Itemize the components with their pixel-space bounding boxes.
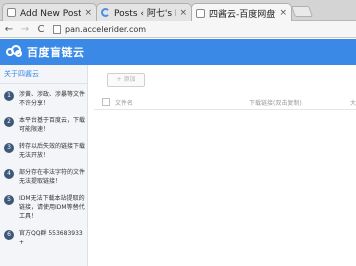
close-icon[interactable]: ×: [179, 8, 187, 18]
notice-text: 官方QQ群 553683933+: [19, 230, 83, 246]
tab-title: 四酱云-百度网盘高: [209, 9, 276, 20]
site-brand[interactable]: 百度盲链云: [27, 44, 85, 60]
file-table-header: 文件名 下载链接(双击复制) 大: [94, 94, 356, 110]
number-badge: 2: [4, 117, 14, 127]
notice-item: 6 官方QQ群 553683933+: [4, 229, 85, 247]
document-icon: [196, 8, 205, 18]
about-link[interactable]: 关于四酱云: [0, 65, 87, 84]
tab-title: Posts ‹ 阿七's BLO: [114, 9, 176, 19]
notice-text: IDM无法下载本站提取的链接，请使用IDM等替代工具！: [19, 195, 85, 220]
select-all-checkbox[interactable]: [102, 98, 110, 106]
tab-title: Add New Post ‹ 阿: [20, 9, 82, 19]
notice-list: 1 涉黄、涉政、涉暴等文件不许分享！ 2 本平台基于百度云，下载可能限速！ 3 …: [0, 84, 87, 247]
close-icon[interactable]: ×: [279, 8, 287, 18]
column-header-download-link[interactable]: 下载链接(双击复制): [249, 98, 302, 107]
loading-icon: [101, 8, 110, 17]
reload-button[interactable]: C: [34, 22, 48, 36]
main-content: + 添加 文件名 下载链接(双击复制) 大: [89, 65, 356, 266]
notice-item: 1 涉黄、涉政、涉暴等文件不许分享！: [4, 90, 85, 108]
notice-item: 3 转存以后失效的链接下载无法开放！: [4, 142, 85, 160]
number-badge: 1: [4, 91, 14, 101]
column-header-size[interactable]: 大: [350, 98, 356, 107]
close-icon[interactable]: ×: [84, 8, 92, 18]
new-tab-button[interactable]: [290, 6, 314, 17]
column-header-filename[interactable]: 文件名: [115, 98, 133, 107]
notice-item: 5 IDM无法下载本站提取的链接，请使用IDM等替代工具！: [4, 194, 85, 221]
number-badge: 3: [4, 143, 14, 153]
forward-button[interactable]: →: [18, 22, 32, 36]
notice-text: 转存以后失效的链接下载无法开放！: [19, 143, 86, 159]
browser-tab-strip: Add New Post ‹ 阿 × Posts ‹ 阿七's BLO × 四酱…: [0, 0, 356, 22]
browser-toolbar: ← → C pan.accelerider.com: [0, 21, 356, 38]
browser-tab-add-new-post[interactable]: Add New Post ‹ 阿 ×: [2, 3, 97, 21]
address-bar[interactable]: pan.accelerider.com: [53, 23, 146, 36]
add-link-button[interactable]: + 添加: [107, 73, 145, 87]
page-icon: [53, 24, 61, 34]
notice-text: 涉黄、涉政、涉暴等文件不许分享！: [19, 91, 86, 107]
notice-text: 本平台基于百度云，下载可能限速！: [19, 117, 86, 133]
address-url[interactable]: pan.accelerider.com: [65, 25, 146, 34]
notice-item: 2 本平台基于百度云，下载可能限速！: [4, 116, 85, 134]
back-button[interactable]: ←: [2, 22, 16, 36]
browser-tab-posts[interactable]: Posts ‹ 阿七's BLO ×: [96, 3, 192, 21]
browser-tab-siyun[interactable]: 四酱云-百度网盘高 ×: [191, 3, 292, 22]
number-badge: 4: [4, 169, 14, 179]
cloud-logo-icon: [6, 45, 23, 59]
notice-item: 4 部分存在非法字符的文件无法提取链接！: [4, 168, 85, 186]
site-header: 百度盲链云: [0, 39, 356, 65]
number-badge: 5: [4, 195, 14, 205]
number-badge: 6: [4, 230, 14, 240]
notice-text: 部分存在非法字符的文件无法提取链接！: [19, 169, 86, 185]
document-icon: [7, 8, 16, 17]
sidebar: 关于四酱云 1 涉黄、涉政、涉暴等文件不许分享！ 2 本平台基于百度云，下载可能…: [0, 65, 88, 266]
